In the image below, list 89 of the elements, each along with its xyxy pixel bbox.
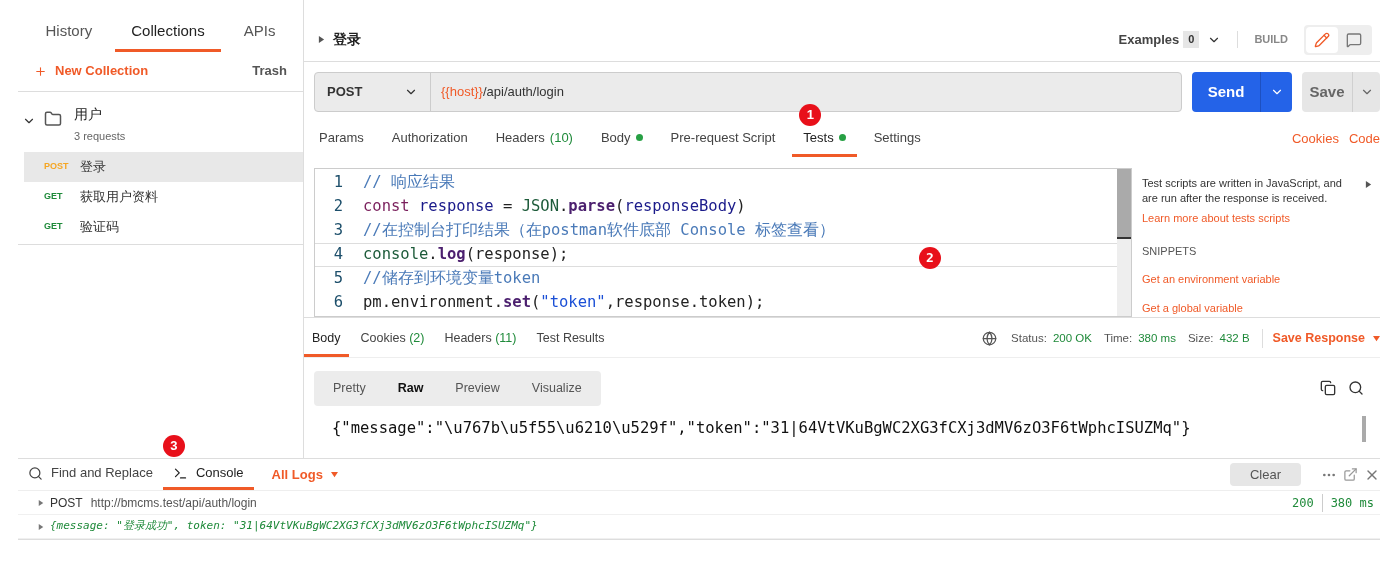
time-label: Time: [1103,331,1133,346]
line-number: 1 [332,172,344,194]
request-item[interactable]: GET 验证码 [24,211,303,242]
size-value: 432 B [1219,331,1250,346]
request-name: 获取用户资料 [80,187,158,206]
help-text: Test scripts are written in JavaScript, and are run after the response is received. [1142,176,1343,206]
sidebar-tab[interactable]: Collections [115,20,221,52]
examples-count: 0 [1183,31,1200,48]
build-label: BUILD [1237,31,1288,48]
expand-caret-icon[interactable] [38,499,44,506]
log-status: 200 [1291,493,1323,512]
code-line: //在控制台打印结果（在postman软件底部 Console 标签查看） [363,220,835,242]
format-tab[interactable]: Visualize [515,374,598,403]
request-tab[interactable]: Authorization [380,127,479,157]
line-number: 4 [332,244,344,266]
pencil-icon [1314,31,1330,48]
log-url: http://bmcms.test/api/auth/login [90,494,258,512]
help-link[interactable]: Learn more about tests scripts [1142,210,1372,227]
snippet-link[interactable]: Get an environment variable [1142,271,1372,288]
log-object: {message: "登录成功", token: "31|64VtVKuBgWC2XG3fCXj3dMV6zO3F6tWphcISUZMq"} [50,518,538,535]
sidebar-tab[interactable]: History [29,20,109,52]
request-item[interactable]: GET 获取用户资料 [24,181,303,212]
format-tab[interactable]: Raw [381,374,440,403]
code-line: //储存到环境变量token [363,268,541,290]
globe-icon [982,331,998,347]
size-label: Size: [1187,331,1214,346]
expand-caret-icon[interactable] [38,523,44,530]
request-name: 验证码 [80,217,119,236]
request-tab[interactable]: Tests [792,127,857,157]
snippet-link[interactable]: Get a global variable [1142,299,1372,316]
line-number: 5 [332,268,344,290]
method-label: GET [44,219,64,233]
code-line: const response = JSON.parse(responseBody) [363,196,746,218]
request-tab[interactable]: Pre-request Script [659,127,787,157]
console-tab[interactable]: Find and Replace [18,459,163,490]
response-tab[interactable]: Headers (11) [436,329,525,357]
search-icon[interactable] [1348,380,1364,397]
header-link[interactable]: Code [1348,128,1380,157]
annotation-badge: 3 [162,435,185,457]
method-label: GET [44,189,64,203]
caret-icon[interactable] [318,36,325,43]
request-tab[interactable]: Params [308,127,375,157]
format-tab[interactable]: Preview [439,374,516,403]
request-tab[interactable]: Body [589,127,654,157]
scrollbar [1362,415,1366,442]
method-dropdown[interactable]: POST [315,73,431,111]
external-link-icon[interactable] [1343,467,1358,482]
request-tab[interactable]: Headers (10) [484,127,584,157]
expand-caret-icon[interactable] [1365,181,1372,188]
response-tab[interactable]: Cookies (2) [352,329,433,357]
examples-label[interactable]: Examples [1118,29,1180,50]
header-link[interactable]: Cookies [1291,128,1339,157]
line-number: 2 [332,196,344,218]
console-tab[interactable]: Console [162,459,254,490]
code-line: pm.environment.set("token",response.token); [363,292,765,314]
annotation-badge: 2 [919,247,941,269]
collection-name[interactable]: 用户 [74,103,126,125]
url-field[interactable]: {{host}}/api/auth/login [431,73,574,111]
response-body: {"message":"\u767b\u5f55\u6210\u529f","token":"31|64VtVKuBgWC2XG3fCXj3dMV6zO3F6tWphcISUZMq"} [332,418,1192,440]
log-time: 380 ms [1330,494,1374,512]
copy-icon[interactable] [1320,380,1336,397]
request-name: 登录 [80,157,106,176]
sidebar-tab[interactable]: APIs [227,20,292,52]
request-title: 登录 [333,30,362,49]
trash-button[interactable]: Trash [252,61,287,81]
send-button[interactable]: Send [1192,72,1292,112]
log-method: POST [50,494,83,512]
save-button[interactable]: Save [1302,72,1380,112]
code-line: console.log(response); [363,244,569,266]
plus-icon [34,64,47,78]
line-number: 6 [332,292,344,314]
line-number: 3 [332,220,344,242]
time-value: 380 ms [1138,331,1176,346]
pencil-mode-button[interactable] [1306,26,1338,53]
snippets-heading: SNIPPETS [1142,243,1198,259]
request-item[interactable]: POST 登录 [24,151,303,182]
comment-icon [1346,31,1362,48]
code-line: // 响应结果 [363,172,455,194]
status-value: 200 OK [1052,331,1092,346]
response-tab[interactable]: Test Results [528,329,613,357]
response-tab[interactable]: Body [304,329,349,357]
request-count: 3 requests [74,128,126,144]
search-icon [28,465,43,481]
folder-icon [44,109,62,128]
clear-button[interactable]: Clear [1229,462,1301,487]
request-tab[interactable]: Settings [862,127,932,157]
terminal-icon [172,465,188,481]
status-label: Status: [1011,331,1047,346]
format-tab[interactable]: Pretty [317,374,382,403]
